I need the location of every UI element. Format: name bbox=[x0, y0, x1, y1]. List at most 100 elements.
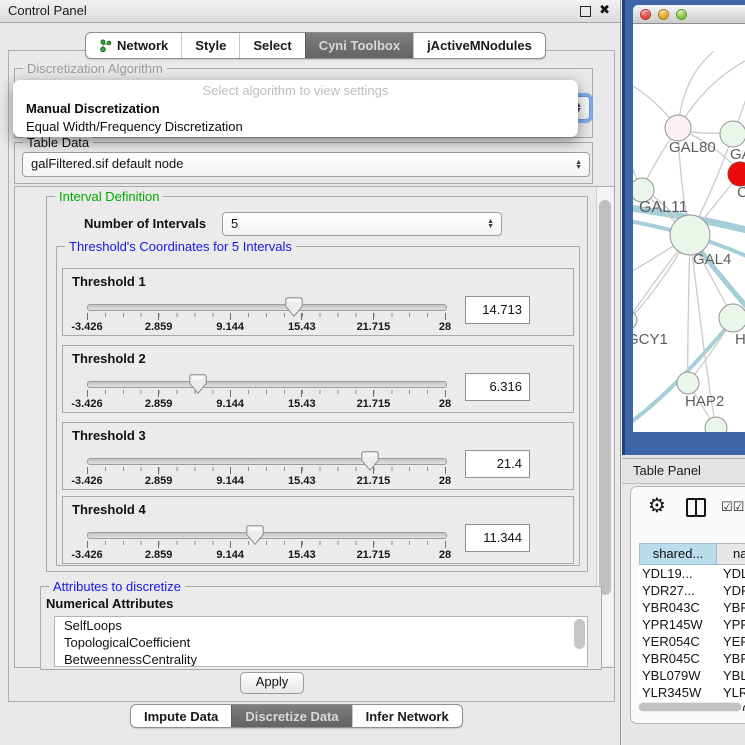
table-row[interactable]: YLR345WYLR3 bbox=[639, 684, 745, 701]
column-header-shared[interactable]: shared... bbox=[639, 543, 717, 565]
attribute-item-selfloops[interactable]: SelfLoops bbox=[55, 617, 587, 634]
table-data-combobox[interactable]: galFiltered.sif default node ▲▼ bbox=[22, 152, 590, 177]
threshold-2-value-field[interactable]: 6.316 bbox=[465, 373, 530, 401]
slider-tick-label: 2.859 bbox=[145, 475, 173, 487]
horizontal-scrollbar[interactable] bbox=[638, 702, 742, 712]
list-scrollbar-thumb[interactable] bbox=[574, 619, 585, 649]
tab-label: Style bbox=[195, 34, 226, 57]
threshold-4-value-field[interactable]: 11.344 bbox=[465, 524, 530, 552]
network-canvas[interactable]: GAL80GACGAL11GAL4GCY1HHAP2 bbox=[633, 24, 745, 432]
slider-track[interactable] bbox=[87, 304, 447, 311]
tab-select[interactable]: Select bbox=[239, 33, 304, 58]
network-node[interactable] bbox=[677, 372, 699, 394]
network-node[interactable] bbox=[728, 162, 745, 186]
table-row[interactable]: YER054CYER0 bbox=[639, 633, 745, 650]
table-row[interactable]: YDL19...YDL1 bbox=[639, 565, 745, 582]
slider-tick-label: 15.43 bbox=[288, 398, 316, 410]
table-cell-name: YDR2 bbox=[717, 582, 745, 599]
table-row[interactable]: YPR145WYPR1 bbox=[639, 616, 745, 633]
select-columns-checkboxes-icon[interactable]: ☑☑ bbox=[721, 499, 744, 515]
columns-icon[interactable] bbox=[686, 498, 706, 517]
zoom-traffic-light-icon[interactable] bbox=[676, 9, 687, 20]
slider-major-tick bbox=[445, 390, 446, 397]
network-node-label: H bbox=[735, 331, 745, 348]
number-of-intervals-combobox[interactable]: 5 ▲▼ bbox=[222, 212, 502, 236]
tab-jactivemnodules[interactable]: jActiveMNodules bbox=[413, 33, 545, 58]
attribute-item-betweennesscentrality[interactable]: BetweennessCentrality bbox=[55, 651, 587, 667]
slider-major-tick bbox=[445, 467, 446, 474]
table-cell-name: YBL0 bbox=[717, 667, 745, 684]
threshold-2-slider[interactable]: -3.4262.8599.14415.4321.71528 bbox=[87, 376, 445, 412]
threshold-4-slider[interactable]: -3.4262.8599.14415.4321.71528 bbox=[87, 527, 445, 563]
column-header-na[interactable]: na bbox=[717, 543, 745, 565]
vertical-scrollbar-thumb[interactable] bbox=[599, 200, 611, 595]
network-node[interactable] bbox=[720, 121, 745, 147]
network-node[interactable] bbox=[665, 115, 691, 141]
slider-track[interactable] bbox=[87, 381, 447, 388]
table-row[interactable]: YBR045CYBR0 bbox=[639, 650, 745, 667]
table-cell-shared-name: YBR045C bbox=[639, 650, 717, 667]
network-node[interactable] bbox=[705, 417, 727, 432]
network-edge[interactable] bbox=[678, 56, 745, 128]
slider-major-tick bbox=[158, 541, 159, 548]
tab-label: Network bbox=[117, 34, 168, 57]
algorithm-option-manual[interactable]: Manual Discretization bbox=[13, 100, 578, 118]
tab-style[interactable]: Style bbox=[181, 33, 239, 58]
network-graph: GAL80GACGAL11GAL4GCY1HHAP2 bbox=[633, 24, 745, 432]
numerical-attributes-list[interactable]: SelfLoopsTopologicalCoefficientBetweenne… bbox=[54, 616, 588, 667]
interval-definition-group-title: Interval Definition bbox=[55, 189, 163, 204]
node-attribute-table: shared...na YDL19...YDL1YDR27...YDR2YBR0… bbox=[639, 543, 745, 711]
slider-major-tick bbox=[301, 467, 302, 474]
slider-thumb[interactable] bbox=[361, 451, 379, 476]
table-data-group-title: Table Data bbox=[23, 135, 93, 150]
close-icon[interactable]: ✖ bbox=[599, 2, 610, 18]
table-cell-name: YBR0 bbox=[717, 599, 745, 616]
minimize-traffic-light-icon[interactable] bbox=[658, 9, 669, 20]
tab-cyni-toolbox[interactable]: Cyni Toolbox bbox=[305, 33, 413, 58]
thresholds-group-title: Threshold's Coordinates for 5 Intervals bbox=[65, 239, 296, 254]
tab-network[interactable]: Network bbox=[86, 33, 181, 58]
network-node[interactable] bbox=[670, 215, 710, 255]
threshold-3-slider[interactable]: -3.4262.8599.14415.4321.71528 bbox=[87, 453, 445, 489]
close-traffic-light-icon[interactable] bbox=[640, 9, 651, 20]
table-panel-title: Table Panel bbox=[633, 459, 701, 482]
slider-tick-label: 28 bbox=[439, 321, 451, 333]
network-node[interactable] bbox=[633, 311, 637, 329]
table-cell-name: YLR3 bbox=[717, 684, 745, 701]
network-node[interactable] bbox=[719, 304, 745, 332]
threshold-3-label: Threshold 3 bbox=[72, 428, 146, 443]
table-cell-shared-name: YDL19... bbox=[639, 565, 717, 582]
table-body: YDL19...YDL1YDR27...YDR2YBR043CYBR0YPR14… bbox=[639, 565, 745, 711]
network-icon bbox=[99, 39, 112, 52]
slider-major-tick bbox=[158, 313, 159, 320]
table-panel-titlebar: Table Panel bbox=[622, 458, 745, 484]
table-row[interactable]: YBR043CYBR0 bbox=[639, 599, 745, 616]
slider-thumb[interactable] bbox=[189, 374, 207, 399]
algorithm-dropdown-popup: Select algorithm to view settings Manual… bbox=[13, 80, 578, 137]
attribute-item-topologicalcoefficient[interactable]: TopologicalCoefficient bbox=[55, 634, 587, 651]
tab-label: Infer Network bbox=[366, 705, 449, 728]
algorithm-option-equal-width[interactable]: Equal Width/Frequency Discretization bbox=[13, 118, 578, 136]
network-edge[interactable] bbox=[688, 235, 690, 383]
apply-button[interactable]: Apply bbox=[240, 672, 304, 694]
table-row[interactable]: YDR27...YDR2 bbox=[639, 582, 745, 599]
float-window-icon[interactable] bbox=[580, 6, 591, 17]
threshold-3-value-field[interactable]: 21.4 bbox=[465, 450, 530, 478]
network-window-titlebar[interactable] bbox=[633, 5, 745, 24]
horizontal-scrollbar-thumb[interactable] bbox=[639, 703, 741, 711]
slider-thumb[interactable] bbox=[285, 297, 303, 322]
table-cell-name: YDL1 bbox=[717, 565, 745, 582]
network-node-label: C bbox=[737, 184, 745, 201]
slider-major-tick bbox=[301, 541, 302, 548]
gear-icon[interactable]: ⚙ bbox=[648, 493, 666, 518]
threshold-1-value-field[interactable]: 14.713 bbox=[465, 296, 530, 324]
tab-impute-data[interactable]: Impute Data bbox=[131, 705, 231, 727]
table-row[interactable]: YBL079WYBL0 bbox=[639, 667, 745, 684]
slider-track[interactable] bbox=[87, 458, 447, 465]
tab-infer-network[interactable]: Infer Network bbox=[352, 705, 462, 727]
threshold-1-slider[interactable]: -3.4262.8599.14415.4321.71528 bbox=[87, 299, 445, 335]
slider-thumb[interactable] bbox=[246, 525, 264, 550]
slider-track[interactable] bbox=[87, 532, 447, 539]
slider-tick-label: 15.43 bbox=[288, 549, 316, 561]
tab-discretize-data[interactable]: Discretize Data bbox=[231, 705, 351, 727]
